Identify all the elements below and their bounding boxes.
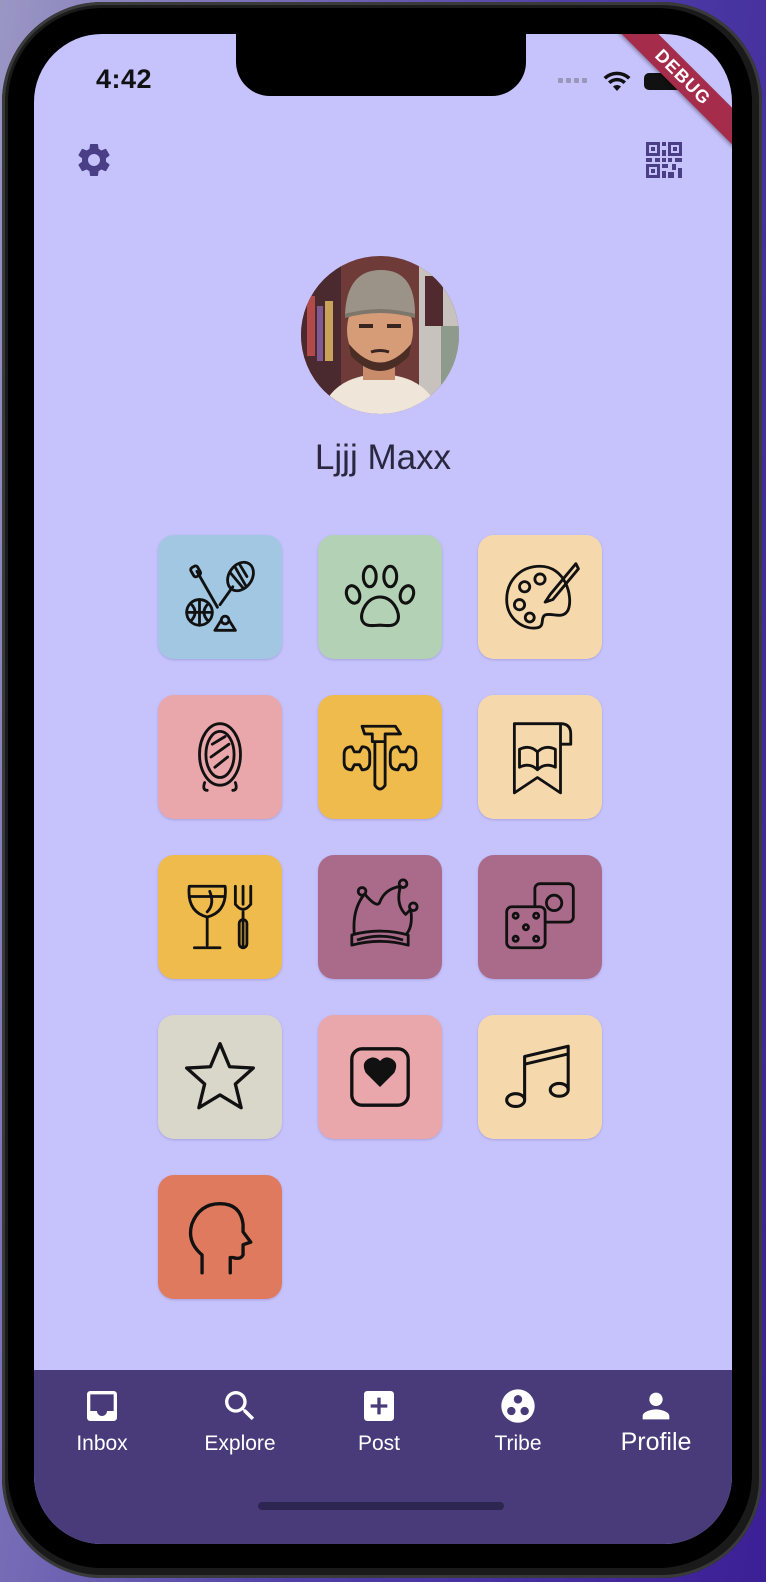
profile-name: Ljjj Maxx — [314, 438, 452, 477]
interest-tile-favorites[interactable] — [158, 1015, 282, 1139]
nav-label-post: Post — [357, 1432, 401, 1455]
interest-tile-sports[interactable] — [158, 535, 282, 659]
add-box-icon — [364, 1391, 394, 1421]
nav-label-tribe: Tribe — [494, 1432, 542, 1455]
palette-icon — [505, 562, 580, 630]
interest-tile-pets[interactable] — [318, 535, 442, 659]
search-icon — [225, 1391, 255, 1421]
dice-icon — [505, 882, 575, 950]
jester-hat-icon — [350, 878, 419, 947]
nav-profile[interactable]: Profile — [596, 1386, 716, 1457]
tribe-icon — [501, 1389, 535, 1423]
qr-code-button[interactable] — [646, 142, 682, 178]
settings-button[interactable] — [74, 140, 114, 180]
head-profile-icon — [188, 1202, 253, 1275]
paw-icon — [344, 564, 416, 628]
heart-box-icon — [350, 1047, 410, 1107]
person-icon — [642, 1392, 670, 1420]
app-screen: 4:42 DEBUG Ljjj Maxx Inbox Explore Post … — [34, 34, 732, 1544]
nav-explore[interactable]: Explore — [180, 1386, 300, 1456]
interest-tile-beauty[interactable] — [158, 695, 282, 819]
interest-tile-love[interactable] — [318, 1015, 442, 1139]
nav-tribe[interactable]: Tribe — [458, 1386, 578, 1456]
interest-tile-art[interactable] — [478, 535, 602, 659]
avatar-image — [301, 256, 459, 414]
nav-label-inbox: Inbox — [76, 1432, 128, 1455]
mirror-icon — [198, 722, 242, 792]
interest-tile-comedy[interactable] — [318, 855, 442, 979]
qr-code-icon — [646, 142, 682, 178]
interest-tile-diy[interactable] — [318, 695, 442, 819]
profile-avatar[interactable] — [301, 256, 459, 414]
cellular-signal-icon — [558, 78, 590, 84]
tools-icon — [342, 724, 418, 791]
nav-label-explore: Explore — [204, 1432, 276, 1455]
gear-icon — [78, 144, 110, 176]
book-icon — [512, 722, 573, 795]
nav-post[interactable]: Post — [319, 1386, 439, 1456]
star-icon — [185, 1042, 255, 1110]
interest-tile-food[interactable] — [158, 855, 282, 979]
interest-tile-reading[interactable] — [478, 695, 602, 819]
nav-label-profile: Profile — [620, 1428, 692, 1456]
sports-icon — [185, 560, 255, 632]
interest-tile-mind[interactable] — [158, 1175, 282, 1299]
interest-tile-music[interactable] — [478, 1015, 602, 1139]
inbox-icon — [87, 1391, 117, 1421]
notch — [236, 34, 526, 96]
interest-tile-games[interactable] — [478, 855, 602, 979]
home-indicator[interactable] — [258, 1502, 504, 1510]
wifi-icon — [603, 71, 631, 91]
nav-inbox[interactable]: Inbox — [42, 1386, 162, 1456]
dining-icon — [187, 884, 253, 950]
music-note-icon — [505, 1044, 570, 1109]
bottom-nav: Inbox Explore Post Tribe Profile — [34, 1370, 732, 1544]
status-time: 4:42 — [96, 64, 153, 94]
